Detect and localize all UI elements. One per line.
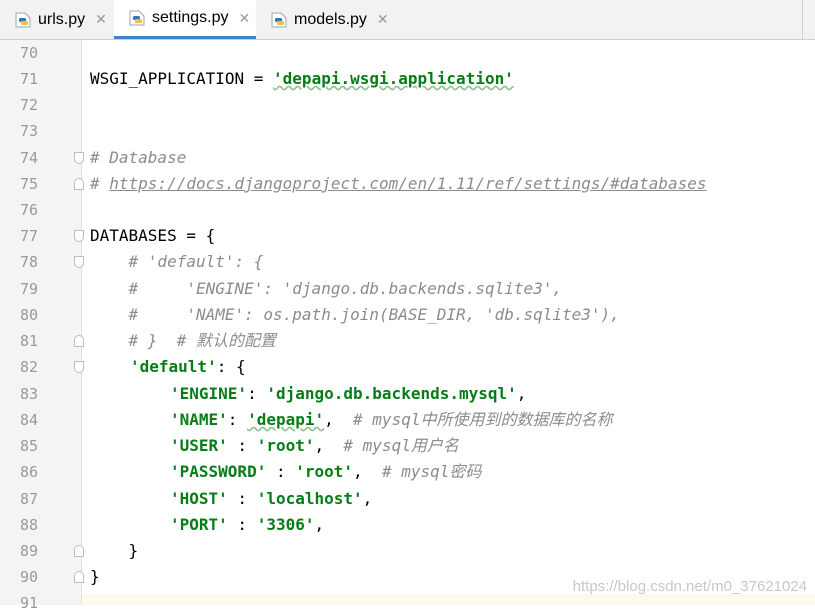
code-text: ,: [314, 436, 344, 455]
code-line-71: WSGI_APPLICATION = 'depapi.wsgi.applicat…: [90, 66, 514, 92]
code-line-88: 'PORT' : '3306',: [170, 512, 324, 538]
code-line-90: }: [90, 567, 100, 586]
code-line-87: 'HOST' : 'localhost',: [170, 486, 372, 512]
code-line-83: 'ENGINE': 'django.db.backends.mysql',: [170, 381, 526, 407]
string-literal: 'default': [130, 357, 217, 376]
string-literal: 'HOST': [170, 489, 228, 508]
line-number: 70: [19, 44, 38, 62]
python-file-icon: [15, 12, 31, 27]
code-line-82: 'default': {: [130, 354, 246, 380]
line-number: 71: [19, 70, 38, 88]
code-text: :: [247, 384, 267, 403]
code-text: :: [227, 489, 257, 508]
code-text: ,: [324, 410, 354, 429]
code-text: ,: [516, 384, 527, 403]
comment-text: # mysql密码: [381, 462, 482, 481]
line-number: 75: [19, 175, 38, 193]
string-literal: 'root': [295, 462, 354, 481]
string-literal: 'localhost': [256, 489, 363, 508]
line-number: 78: [19, 253, 38, 271]
line-number: 79: [19, 280, 38, 298]
comment-text: # mysql中所使用到的数据库的名称: [353, 410, 613, 429]
code-line-74: # Database: [90, 148, 187, 167]
code-text: WSGI_APPLICATION =: [90, 69, 274, 88]
string-literal: '3306': [256, 515, 315, 534]
close-icon[interactable]: ✕: [377, 11, 389, 28]
code-line-89: }: [90, 541, 139, 560]
string-literal: 'root': [256, 436, 315, 455]
fold-marker-icon[interactable]: [74, 178, 84, 190]
code-line-79: # 'ENGINE': 'django.db.backends.sqlite3'…: [90, 279, 563, 298]
string-literal: 'depapi': [247, 410, 325, 429]
editor-tab-bar: urls.py ✕ settings.py ✕ models.py ✕: [0, 0, 815, 40]
fold-marker-icon[interactable]: [74, 545, 84, 557]
line-number: 88: [19, 516, 38, 534]
code-line-81: # } # 默认的配置: [90, 331, 276, 350]
line-number: 77: [19, 227, 38, 245]
code-text: ,: [353, 462, 382, 481]
code-text: ,: [314, 515, 325, 534]
line-number: 80: [19, 306, 38, 324]
code-line-86: 'PASSWORD' : 'root', # mysql密码: [170, 459, 481, 485]
code-text: :: [227, 436, 257, 455]
comment-text: # mysql用户名: [343, 436, 459, 455]
tab-bar-edge: [802, 0, 815, 39]
close-icon[interactable]: ✕: [238, 10, 250, 27]
tab-urls[interactable]: urls.py ✕: [0, 0, 112, 39]
fold-marker-icon[interactable]: [74, 230, 84, 242]
comment-link[interactable]: https://docs.djangoproject.com/en/1.11/r…: [109, 174, 706, 193]
fold-marker-icon[interactable]: [74, 152, 84, 164]
line-number: 74: [19, 149, 38, 167]
code-line-75: # https://docs.djangoproject.com/en/1.11…: [90, 171, 707, 197]
code-text: :: [266, 462, 296, 481]
tab-models[interactable]: models.py ✕: [256, 0, 396, 39]
tab-label: settings.py: [152, 9, 229, 26]
close-icon[interactable]: ✕: [95, 11, 107, 28]
code-line-78: # 'default': {: [90, 252, 264, 271]
string-literal: 'PASSWORD': [170, 462, 267, 481]
python-file-icon: [129, 10, 145, 26]
code-text: : {: [216, 357, 246, 376]
string-literal: 'USER': [170, 436, 228, 455]
line-number: 91: [19, 594, 38, 612]
line-number: 73: [19, 122, 38, 140]
string-literal: 'depapi.wsgi.application': [273, 69, 514, 88]
code-text: :: [227, 410, 248, 429]
string-literal: 'django.db.backends.mysql': [266, 384, 517, 403]
fold-marker-icon[interactable]: [74, 335, 84, 347]
string-literal: 'PORT': [170, 515, 228, 534]
code-line-84: 'NAME': 'depapi', # mysql中所使用到的数据库的名称: [170, 407, 612, 433]
line-number: 81: [19, 332, 38, 350]
line-number: 72: [19, 96, 38, 114]
line-number-gutter[interactable]: 70 71 72 73 74 75 76 77 78 79 80 81 82 8…: [0, 40, 84, 612]
string-literal: 'ENGINE': [170, 384, 248, 403]
current-line-highlight: [0, 594, 815, 605]
comment-text: #: [90, 174, 110, 193]
line-number: 76: [19, 201, 38, 219]
python-file-icon: [271, 12, 287, 27]
line-number: 87: [19, 490, 38, 508]
fold-marker-icon[interactable]: [74, 361, 84, 373]
code-line-80: # 'NAME': os.path.join(BASE_DIR, 'db.sql…: [90, 305, 620, 324]
tab-label: models.py: [294, 10, 367, 28]
fold-marker-icon[interactable]: [74, 256, 84, 268]
line-number: 90: [19, 568, 38, 586]
code-line-77: DATABASES = {: [90, 226, 216, 245]
watermark: https://blog.csdn.net/m0_37621024: [572, 578, 807, 595]
line-number: 86: [19, 463, 38, 481]
string-literal: 'NAME': [170, 410, 228, 429]
code-text: ,: [362, 489, 373, 508]
line-number: 83: [19, 385, 38, 403]
line-number: 85: [19, 437, 38, 455]
tab-settings[interactable]: settings.py ✕: [114, 0, 256, 39]
code-text: :: [227, 515, 257, 534]
line-number: 84: [19, 411, 38, 429]
line-number: 89: [19, 542, 38, 560]
tab-label: urls.py: [38, 10, 86, 28]
line-number: 82: [19, 358, 38, 376]
code-line-85: 'USER' : 'root', # mysql用户名: [170, 433, 459, 459]
fold-marker-icon[interactable]: [74, 571, 84, 583]
